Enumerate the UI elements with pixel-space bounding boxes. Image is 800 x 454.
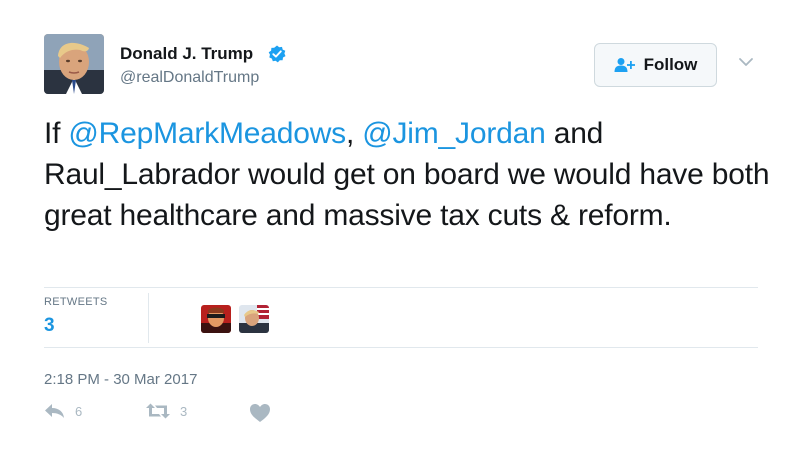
reply-icon bbox=[45, 404, 64, 418]
chevron-down-icon[interactable] bbox=[738, 56, 754, 68]
tweet-text-segment: If bbox=[44, 117, 69, 150]
divider bbox=[44, 347, 758, 348]
tweet-timestamp[interactable]: 2:18 PM - 30 Mar 2017 bbox=[44, 371, 197, 388]
tweet-card: Donald J. Trump @realDonaldTrump Follow … bbox=[0, 0, 800, 454]
like-button[interactable] bbox=[249, 403, 271, 423]
mention-link[interactable]: @RepMarkMeadows bbox=[68, 117, 346, 150]
follow-button-label: Follow bbox=[643, 55, 698, 74]
author-name[interactable]: Donald J. Trump bbox=[120, 44, 253, 64]
divider bbox=[44, 287, 758, 288]
stats-divider bbox=[148, 293, 149, 343]
heart-icon bbox=[250, 404, 270, 422]
reply-count: 6 bbox=[75, 403, 83, 419]
mention-link[interactable]: @Jim_Jordan bbox=[362, 117, 546, 150]
tweet-text: If @RepMarkMeadows, @Jim_Jordan and Raul… bbox=[44, 113, 774, 236]
tweet-text-segment: , bbox=[345, 117, 363, 150]
retweeter-avatar[interactable] bbox=[239, 305, 269, 333]
retweets-label: RETWEETS bbox=[44, 296, 108, 308]
retweets-count[interactable]: 3 bbox=[44, 315, 55, 337]
reply-button[interactable]: 6 bbox=[44, 403, 82, 419]
add-user-icon bbox=[614, 58, 635, 72]
retweet-button[interactable]: 3 bbox=[145, 403, 187, 419]
retweet-icon bbox=[146, 403, 170, 419]
retweeter-avatar[interactable] bbox=[201, 305, 231, 333]
follow-button[interactable]: Follow bbox=[594, 43, 717, 87]
author-handle[interactable]: @realDonaldTrump bbox=[120, 69, 259, 87]
verified-badge-icon bbox=[268, 45, 286, 63]
retweet-count: 3 bbox=[180, 403, 188, 419]
author-avatar[interactable] bbox=[44, 34, 104, 94]
